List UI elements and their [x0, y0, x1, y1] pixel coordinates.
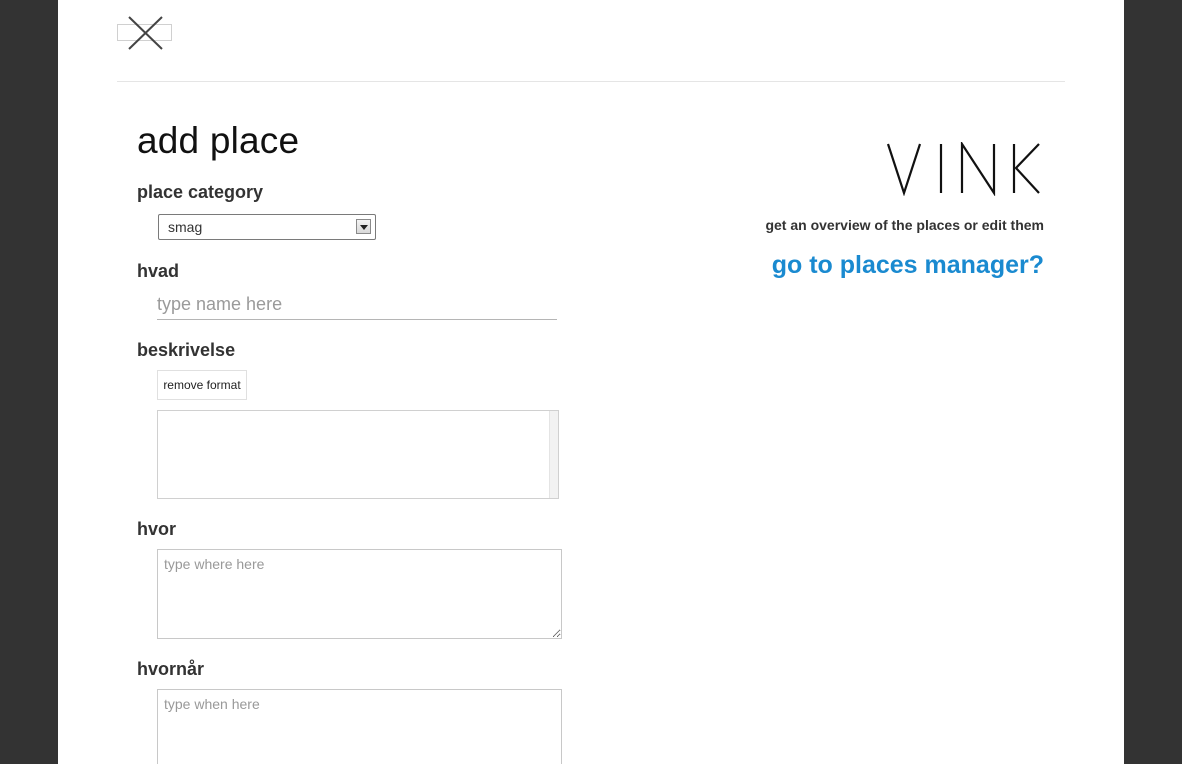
category-select[interactable]: smag: [158, 214, 376, 240]
vink-logo: [886, 142, 1040, 196]
when-textarea[interactable]: [157, 689, 562, 764]
page-title: add place: [137, 120, 300, 161]
overview-text: get an overview of the places or edit th…: [765, 217, 1044, 233]
name-input[interactable]: [157, 290, 557, 320]
category-select-value: smag: [168, 219, 203, 235]
when-label: hvornår: [137, 659, 205, 679]
page-panel: add place place category smag hvad beskr…: [58, 0, 1124, 764]
dropdown-arrow-icon[interactable]: [356, 219, 371, 234]
where-textarea[interactable]: [157, 549, 562, 639]
header-divider: [117, 81, 1065, 82]
where-label: hvor: [137, 519, 177, 539]
name-label: hvad: [137, 261, 180, 281]
description-editor[interactable]: [157, 410, 559, 499]
description-editor-scrollbar[interactable]: [549, 411, 558, 498]
category-label: place category: [137, 182, 264, 202]
close-button[interactable]: [117, 15, 173, 51]
description-label: beskrivelse: [137, 340, 236, 360]
places-manager-link[interactable]: go to places manager?: [772, 251, 1044, 280]
close-x-icon: [128, 16, 163, 50]
remove-format-button[interactable]: remove format: [157, 370, 247, 400]
